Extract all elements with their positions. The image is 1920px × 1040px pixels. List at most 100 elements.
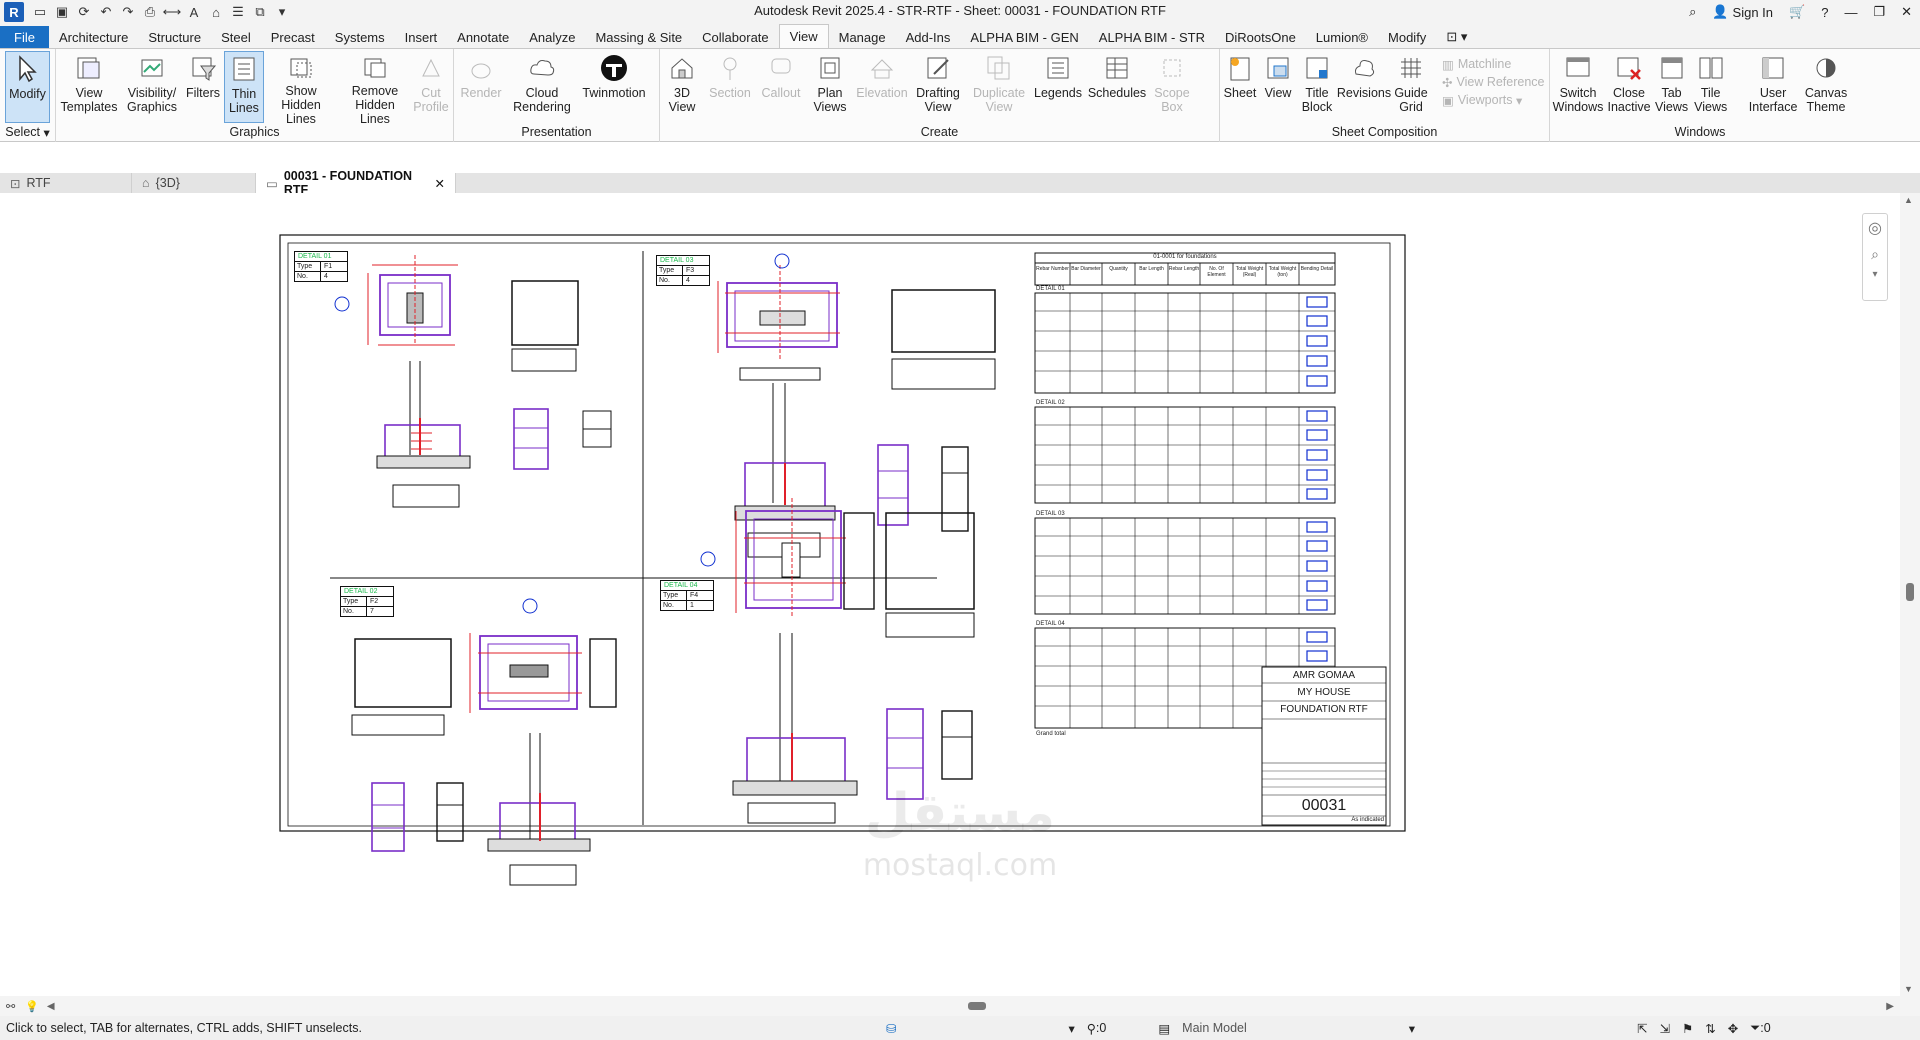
view-reference-button[interactable]: ✣ View Reference — [1438, 73, 1549, 91]
doc-tab-3d[interactable]: ⌂ {3D} — [132, 173, 256, 193]
default-3d-icon[interactable]: ⌂ — [206, 2, 226, 22]
filters-button[interactable]: Filters — [182, 51, 224, 123]
scroll-up-icon[interactable]: ▲ — [1904, 195, 1913, 205]
section-button[interactable]: Section — [704, 51, 756, 123]
tab-structure[interactable]: Structure — [138, 26, 211, 48]
tab-views-button[interactable]: Tab Views — [1652, 51, 1691, 123]
select-by-face-icon[interactable]: ⇅ — [1699, 1021, 1721, 1036]
horizontal-scroll-thumb[interactable] — [968, 1002, 986, 1010]
nav-dropdown-icon[interactable]: ▾ — [1872, 269, 1877, 280]
thin-lines-button[interactable]: Thin Lines — [224, 51, 264, 123]
duplicate-view-button[interactable]: Duplicate View — [966, 51, 1032, 123]
plan-views-button[interactable]: Plan Views — [806, 51, 854, 123]
tab-steel[interactable]: Steel — [211, 26, 261, 48]
select-dropdown[interactable]: Select ▾ — [0, 123, 55, 141]
tab-massing-site[interactable]: Massing & Site — [585, 26, 692, 48]
title-block-button[interactable]: Title Block — [1296, 51, 1338, 123]
scope-box-button[interactable]: Scope Box — [1150, 51, 1194, 123]
zoom-icon[interactable]: ⌕ — [1871, 246, 1879, 263]
scroll-right-icon[interactable]: ▶ — [1886, 1001, 1894, 1012]
schedules-button[interactable]: Schedules — [1084, 51, 1150, 123]
design-options-icon[interactable]: ▤ — [1152, 1021, 1176, 1036]
render-button[interactable]: Render — [454, 51, 508, 123]
revisions-button[interactable]: Revisions — [1337, 51, 1391, 123]
cart-icon[interactable]: 🛒 — [1781, 0, 1813, 24]
remove-hidden-lines-button[interactable]: Remove Hidden Lines — [338, 51, 412, 126]
3d-view-button[interactable]: 3D View — [660, 51, 704, 123]
tab-precast[interactable]: Precast — [261, 26, 325, 48]
tab-file[interactable]: File — [0, 26, 49, 48]
minimize-button[interactable]: — — [1836, 0, 1865, 24]
tab-modify[interactable]: Modify — [1378, 26, 1436, 48]
vertical-scrollbar[interactable]: ▲ ▼ — [1900, 193, 1920, 996]
tab-manage[interactable]: Manage — [829, 26, 896, 48]
tab-lumion[interactable]: Lumion® — [1306, 26, 1378, 48]
save-icon[interactable]: ▣ — [52, 2, 72, 22]
cloud-rendering-button[interactable]: Cloud Rendering — [508, 51, 576, 123]
drafting-view-button[interactable]: Drafting View — [910, 51, 966, 123]
guide-grid-button[interactable]: Guide Grid — [1390, 51, 1432, 123]
sheet-button[interactable]: Sheet — [1220, 51, 1260, 123]
thin-lines-icon[interactable]: ☰ — [228, 2, 248, 22]
print-icon[interactable]: ⎙ — [140, 2, 160, 22]
cut-profile-button[interactable]: Cut Profile — [412, 51, 450, 123]
select-pinned-icon[interactable]: ⚑ — [1676, 1021, 1699, 1036]
callout-button[interactable]: Callout — [756, 51, 806, 123]
worksharing-icon[interactable]: ⛁ — [880, 1021, 902, 1036]
redo-icon[interactable]: ↷ — [118, 2, 138, 22]
maximize-button[interactable]: ❐ — [1865, 0, 1893, 24]
place-view-button[interactable]: View — [1260, 51, 1296, 123]
qat-dropdown-icon[interactable]: ▾ — [272, 2, 292, 22]
select-links-icon[interactable]: ⇱ — [1631, 1021, 1653, 1036]
elevation-button[interactable]: Elevation — [854, 51, 910, 123]
tab-insert[interactable]: Insert — [395, 26, 448, 48]
tab-analyze[interactable]: Analyze — [519, 26, 585, 48]
viewports-button[interactable]: ▣ Viewports ▾ — [1438, 91, 1549, 109]
tab-collaborate[interactable]: Collaborate — [692, 26, 779, 48]
editable-only-icon[interactable]: ▾ — [1062, 1021, 1080, 1036]
show-hidden-lines-button[interactable]: Show Hidden Lines — [264, 51, 338, 126]
tab-architecture[interactable]: Architecture — [49, 26, 138, 48]
search-icon[interactable]: ⌕ — [1681, 0, 1704, 24]
text-icon[interactable]: A — [184, 2, 204, 22]
visibility-graphics-button[interactable]: Visibility/ Graphics — [122, 51, 182, 123]
close-tab-icon[interactable]: ✕ — [435, 176, 445, 191]
vertical-scroll-thumb[interactable] — [1906, 583, 1914, 601]
switch-windows-button[interactable]: Switch Windows — [1550, 51, 1606, 123]
view-scale-icon[interactable]: ⚯ — [6, 1000, 15, 1013]
switch-windows-icon[interactable]: ⧉ — [250, 2, 270, 22]
revit-logo-icon[interactable]: R — [4, 2, 24, 22]
horizontal-scrollbar[interactable]: ⚯ 💡 ◀ ▶ — [0, 996, 1920, 1016]
drag-elements-icon[interactable]: ✥ — [1722, 1021, 1744, 1036]
measure-icon[interactable]: ⟷ — [162, 2, 182, 22]
tile-views-button[interactable]: Tile Views — [1691, 51, 1730, 123]
scroll-down-icon[interactable]: ▼ — [1904, 984, 1913, 994]
twinmotion-button[interactable]: Twinmotion — [576, 51, 652, 123]
model-selector[interactable]: Main Model — [1176, 1021, 1253, 1035]
user-interface-button[interactable]: User Interface — [1744, 51, 1802, 123]
tab-add-ins[interactable]: Add-Ins — [896, 26, 961, 48]
scroll-left-icon[interactable]: ◀ — [47, 1001, 55, 1012]
sync-icon[interactable]: ⟳ — [74, 2, 94, 22]
canvas-theme-button[interactable]: Canvas Theme — [1802, 51, 1850, 123]
close-button[interactable]: ✕ — [1893, 0, 1920, 24]
doc-tab-sheet[interactable]: ▭ 00031 - FOUNDATION RTF ✕ — [256, 169, 456, 197]
view-templates-button[interactable]: View Templates — [56, 51, 122, 123]
modify-button[interactable]: Modify — [5, 51, 50, 123]
tab-alpha-bim-str[interactable]: ALPHA BIM - STR — [1089, 26, 1215, 48]
filter-count[interactable]: ⏷:0 — [1744, 1021, 1776, 1036]
tab-annotate[interactable]: Annotate — [447, 26, 519, 48]
matchline-button[interactable]: ▥ Matchline — [1438, 55, 1549, 73]
ribbon-options-icon[interactable]: ⊡ ▾ — [1436, 26, 1477, 48]
model-dropdown-icon[interactable]: ▾ — [1403, 1021, 1421, 1036]
select-underlay-icon[interactable]: ⇲ — [1654, 1021, 1676, 1036]
lightbulb-icon[interactable]: 💡 — [25, 1000, 39, 1013]
steering-wheel-icon[interactable]: ◎ — [1868, 218, 1882, 238]
close-inactive-button[interactable]: Close Inactive — [1606, 51, 1652, 123]
tab-alpha-bim-gen[interactable]: ALPHA BIM - GEN — [960, 26, 1088, 48]
help-icon[interactable]: ? — [1813, 0, 1836, 24]
drawing-canvas[interactable]: DETAIL 01 Type F1 No. 4 DETAIL 02 Type F2 N… — [0, 193, 1900, 996]
open-icon[interactable]: ▭ — [30, 2, 50, 22]
doc-tab-rtf[interactable]: ⊡ RTF — [0, 173, 132, 193]
tab-view[interactable]: View — [778, 24, 829, 48]
